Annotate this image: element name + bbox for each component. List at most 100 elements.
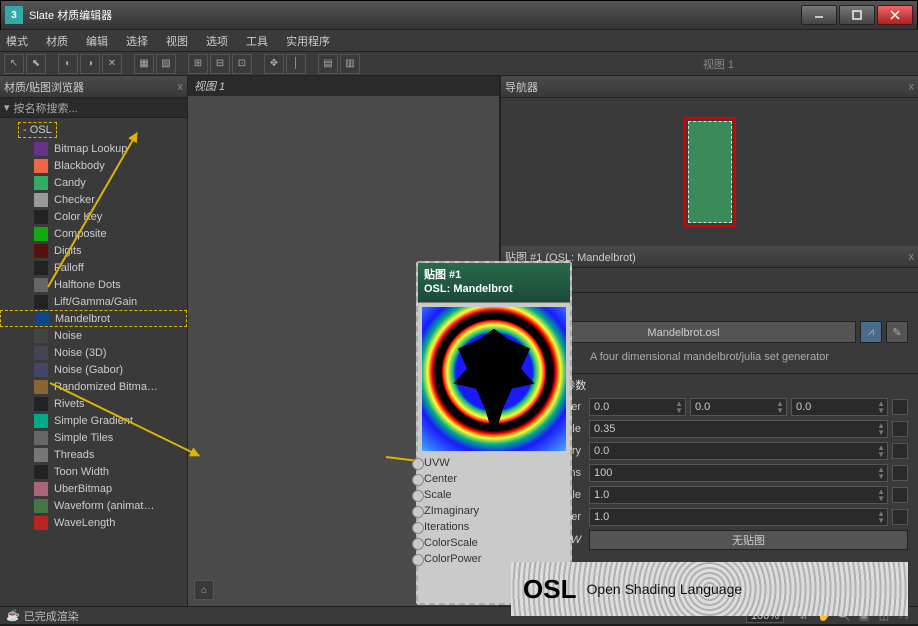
tool-show-icon[interactable]: ▦ [134,54,154,74]
tree-item-label: Noise (Gabor) [54,364,123,376]
material-browser: 材质/贴图浏览器 x ▾ 按名称搜索... - OSL Bitmap Looku… [0,76,188,606]
tree-item[interactable]: WaveLength [0,514,187,531]
node-input[interactable]: UVW [418,455,570,471]
tree-item[interactable]: Toon Width [0,463,187,480]
tree-item[interactable]: Falloff [0,259,187,276]
link-icon[interactable]: ⩘ [860,321,882,343]
menu-material[interactable]: 材质 [46,33,68,49]
tree-item[interactable]: Composite [0,225,187,242]
view-tab[interactable]: 视图 1 [188,76,499,96]
tool-assign-icon[interactable]: ◑ [80,54,100,74]
colorpower-input[interactable]: 1.0▲▼ [589,508,888,526]
tool-grid-icon[interactable]: ▤ [318,54,338,74]
tree-item[interactable]: Waveform (animat… [0,497,187,514]
tree-item-label: Noise [54,330,82,342]
menu-tools[interactable]: 工具 [246,33,268,49]
center-y[interactable]: 0.0▲▼ [690,398,787,416]
tree-item[interactable]: Lift/Gamma/Gain [0,293,187,310]
tool-layv-icon[interactable]: │ [286,54,306,74]
tree-item[interactable]: Threads [0,446,187,463]
map-swatch-icon [34,482,48,496]
menu-mode[interactable]: 模式 [6,33,28,49]
node-input[interactable]: Center [418,471,570,487]
tool-lay3-icon[interactable]: ⊡ [232,54,252,74]
tool-lay2-icon[interactable]: ⊟ [210,54,230,74]
iterations-input[interactable]: 100▲▼ [589,464,888,482]
browser-tree: - OSL Bitmap LookupBlackbodyCandyChecker… [0,118,187,606]
node-canvas[interactable]: 视图 1 贴图 #1 OSL: Mandelbrot UVWCenterScal… [188,76,500,606]
map-swatch-icon [35,312,49,326]
colorscale-input[interactable]: 1.0▲▼ [589,486,888,504]
close-icon[interactable]: x [178,81,184,93]
tool-remove-icon[interactable]: ✕ [102,54,122,74]
home-icon[interactable]: ⌂ [194,580,214,600]
tree-item-label: Toon Width [54,466,109,478]
tree-item[interactable]: Noise [0,327,187,344]
chevron-down-icon[interactable]: ▾ [4,101,10,114]
tool-move-icon[interactable]: ✥ [264,54,284,74]
navigator-viewport[interactable] [684,117,736,227]
tree-item[interactable]: Color Key [0,208,187,225]
tool-grid2-icon[interactable]: ▥ [340,54,360,74]
titlebar: 3 Slate 材质编辑器 [0,0,918,30]
edit-icon[interactable]: ✎ [886,321,908,343]
search-input[interactable]: 按名称搜索... [14,100,78,116]
tool-arrow-icon[interactable]: ↖ [4,54,24,74]
close-icon[interactable]: x [909,251,915,263]
tree-item[interactable]: Digits [0,242,187,259]
tree-item[interactable]: Noise (Gabor) [0,361,187,378]
tree-group-osl[interactable]: - OSL [18,122,57,138]
navigator-view[interactable] [501,98,918,246]
map-slot[interactable] [892,443,908,459]
uvw-map-button[interactable]: 无贴图 [589,530,908,550]
window-title: Slate 材质编辑器 [29,7,799,23]
navigator-panel: 导航器 x [501,76,918,246]
tree-item[interactable]: Noise (3D) [0,344,187,361]
tree-item[interactable]: Blackbody [0,157,187,174]
maximize-button[interactable] [839,5,875,25]
tool-sphere-icon[interactable]: ◐ [58,54,78,74]
center-z[interactable]: 0.0▲▼ [791,398,888,416]
search-row[interactable]: ▾ 按名称搜索... [0,98,187,118]
map-swatch-icon [34,142,48,156]
menubar: 模式 材质 编辑 选择 视图 选项 工具 实用程序 [0,30,918,52]
node-input[interactable]: Scale [418,487,570,503]
map-swatch-icon [34,397,48,411]
minimize-button[interactable] [801,5,837,25]
menu-options[interactable]: 选项 [206,33,228,49]
tree-item[interactable]: Randomized Bitma… [0,378,187,395]
menu-view[interactable]: 视图 [166,33,188,49]
close-button[interactable] [877,5,913,25]
map-slot[interactable] [892,399,908,415]
center-x[interactable]: 0.0▲▼ [589,398,686,416]
map-swatch-icon [34,227,48,241]
navigator-header: 导航器 x [501,76,918,98]
map-slot[interactable] [892,487,908,503]
menu-edit[interactable]: 编辑 [86,33,108,49]
tree-item[interactable]: Bitmap Lookup [0,140,187,157]
map-slot[interactable] [892,465,908,481]
node-header[interactable]: 贴图 #1 OSL: Mandelbrot [418,263,570,303]
tree-item[interactable]: Halftone Dots [0,276,187,293]
tree-item[interactable]: Mandelbrot [0,310,187,327]
menu-utilities[interactable]: 实用程序 [286,33,330,49]
zimaginary-input[interactable]: 0.0▲▼ [589,442,888,460]
map-swatch-icon [34,278,48,292]
tree-item[interactable]: UberBitmap [0,480,187,497]
status-teapot-icon: ☕ [6,609,20,622]
tool-pick-icon[interactable]: ⬉ [26,54,46,74]
node-input[interactable]: ZImaginary [418,503,570,519]
map-slot[interactable] [892,509,908,525]
tool-show2-icon[interactable]: ▧ [156,54,176,74]
map-slot[interactable] [892,421,908,437]
node-input[interactable]: ColorScale [418,535,570,551]
node-mandelbrot[interactable]: 贴图 #1 OSL: Mandelbrot UVWCenterScaleZIma… [416,261,572,605]
view-dropdown[interactable]: 视图 1 [703,56,734,72]
close-icon[interactable]: x [909,81,915,93]
scale-input[interactable]: 0.35▲▼ [589,420,888,438]
node-input[interactable]: Iterations [418,519,570,535]
tool-layout-icon[interactable]: ⊞ [188,54,208,74]
tree-item[interactable]: Candy [0,174,187,191]
tree-item[interactable]: Simple Gradient [0,412,187,429]
menu-select[interactable]: 选择 [126,33,148,49]
